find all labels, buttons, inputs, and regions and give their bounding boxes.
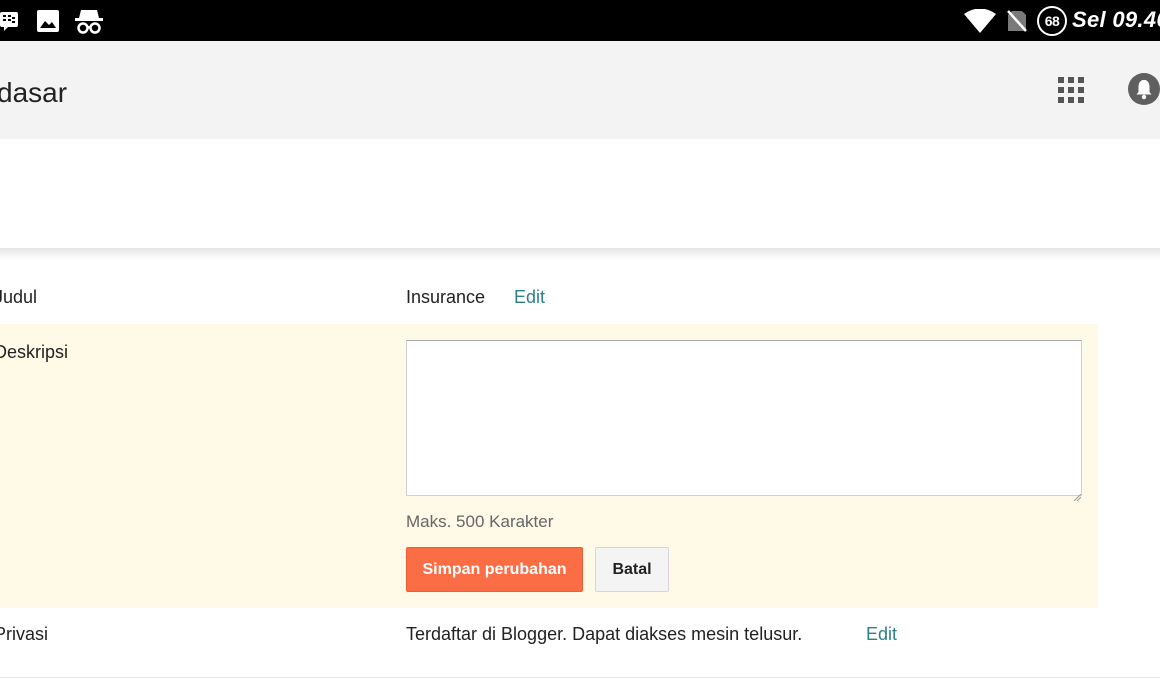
header-spacer [0, 139, 1160, 251]
app-bar: dasar [0, 41, 1160, 139]
title-label: Judul [0, 287, 38, 307]
wifi-icon [964, 8, 996, 34]
incognito-icon [74, 8, 104, 34]
privacy-value: Terdaftar di Blogger. Dapat diakses mesi… [406, 624, 803, 644]
bbm-icon [0, 8, 20, 34]
save-changes-button[interactable]: Simpan perubahan [406, 547, 583, 592]
cancel-button[interactable]: Batal [595, 547, 669, 592]
status-bar: 68 Sel 09.46 [0, 0, 1160, 41]
battery-icon: 68 [1036, 5, 1068, 37]
image-icon [36, 8, 60, 34]
privacy-edit-link[interactable]: Edit [866, 624, 897, 645]
description-label: Deskripsi [0, 342, 69, 362]
clock: Sel 09.46 [1072, 7, 1160, 32]
title-value: Insurance [406, 287, 486, 307]
section-shadow [0, 248, 1160, 260]
title-edit-link[interactable]: Edit [514, 287, 545, 308]
no-sim-icon [1006, 8, 1028, 34]
description-textarea[interactable] [406, 340, 1082, 496]
resize-grip-icon[interactable] [1073, 488, 1082, 502]
divider [0, 677, 1160, 678]
page-title: dasar [0, 77, 68, 108]
battery-level: 68 [1037, 6, 1067, 36]
privacy-label: Privasi [0, 624, 49, 644]
apps-grid-icon[interactable] [1058, 77, 1084, 103]
notifications-bell-icon[interactable] [1128, 73, 1160, 107]
character-limit-hint: Maks. 500 Karakter [406, 512, 554, 531]
